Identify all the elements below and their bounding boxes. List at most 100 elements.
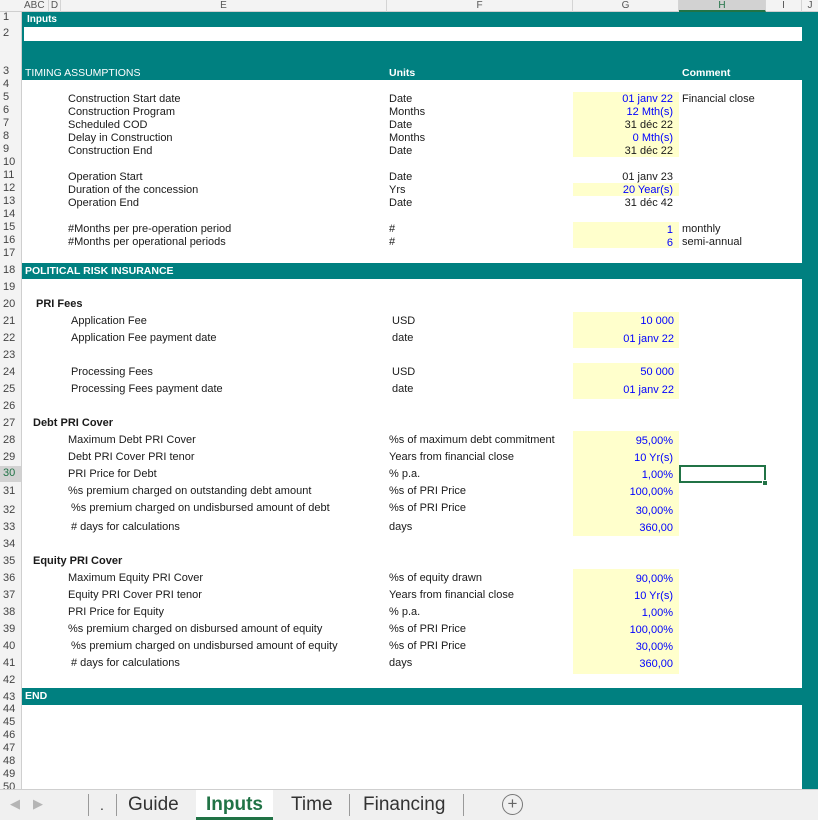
row-header[interactable]: 6 xyxy=(0,105,22,117)
timing-value-cell[interactable]: 01 janv 22 xyxy=(622,93,673,105)
row-header[interactable]: 50 xyxy=(0,782,22,789)
fee-value-cell[interactable]: 50 000 xyxy=(640,366,674,378)
row-header[interactable]: 9 xyxy=(0,144,22,156)
row-header[interactable]: 37 xyxy=(0,589,22,602)
timing-value-cell[interactable]: 31 déc 22 xyxy=(625,145,673,157)
row-header[interactable]: 26 xyxy=(0,400,22,413)
row-header[interactable]: 40 xyxy=(0,640,22,653)
scroll-left-icon[interactable]: ◀ xyxy=(10,796,20,812)
column-header-d[interactable]: D xyxy=(49,0,61,12)
timing-value-cell[interactable]: 01 janv 23 xyxy=(622,171,673,183)
debt-value-cell[interactable]: 95,00% xyxy=(636,435,673,447)
row-header[interactable]: 31 xyxy=(0,485,22,498)
row-header[interactable]: 1 xyxy=(0,12,22,24)
fee-value-cell[interactable]: 01 janv 22 xyxy=(623,333,674,345)
row-header[interactable]: 14 xyxy=(0,209,22,221)
row-header[interactable]: 29 xyxy=(0,451,22,464)
column-header-f[interactable]: F xyxy=(387,0,573,12)
selected-cell[interactable] xyxy=(679,465,766,483)
row-header[interactable]: 15 xyxy=(0,222,22,234)
tab-financing[interactable]: Financing xyxy=(353,790,455,820)
units-header: Units xyxy=(389,67,416,79)
row-header[interactable]: 42 xyxy=(0,674,22,687)
row-header[interactable]: 48 xyxy=(0,756,22,768)
row-header[interactable]: 35 xyxy=(0,555,22,568)
timing-comment: Financial close xyxy=(682,93,755,105)
column-header-e[interactable]: E xyxy=(61,0,387,12)
row-header[interactable]: 16 xyxy=(0,235,22,247)
column-header-g[interactable]: G xyxy=(573,0,679,12)
column-header-h[interactable]: H xyxy=(679,0,766,12)
row-header[interactable]: 27 xyxy=(0,417,22,430)
row-header[interactable]: 18 xyxy=(0,264,22,277)
equity-unit: %s of PRI Price xyxy=(389,640,467,652)
row-header[interactable]: 22 xyxy=(0,332,22,345)
equity-value-cell[interactable]: 90,00% xyxy=(636,573,673,585)
row-header[interactable]: 4 xyxy=(0,79,22,91)
row-header[interactable]: 10 xyxy=(0,157,22,169)
scroll-right-icon[interactable]: ▶ xyxy=(33,796,43,812)
fee-value-cell[interactable]: 01 janv 22 xyxy=(623,384,674,396)
column-header-i[interactable]: I xyxy=(766,0,802,12)
row-header[interactable]: 33 xyxy=(0,521,22,534)
debt-value-cell[interactable]: 30,00% xyxy=(636,505,673,517)
row-header[interactable]: 25 xyxy=(0,383,22,396)
timing-unit: # xyxy=(389,223,396,235)
debt-value-cell[interactable]: 360,00 xyxy=(639,522,673,534)
timing-value-cell[interactable]: 20 Year(s) xyxy=(623,184,673,196)
row-header[interactable]: 46 xyxy=(0,730,22,742)
equity-value-cell[interactable]: 1,00% xyxy=(642,607,673,619)
fee-value-cell[interactable]: 10 000 xyxy=(640,315,674,327)
row-header[interactable]: 23 xyxy=(0,349,22,362)
row-header[interactable]: 2 xyxy=(0,28,22,40)
timing-value-cell[interactable]: 0 Mth(s) xyxy=(633,132,673,144)
timing-value-cell[interactable]: 6 xyxy=(667,237,673,249)
tab-guide[interactable]: Guide xyxy=(118,790,189,820)
row-header[interactable]: 49 xyxy=(0,769,22,781)
debt-value-cell[interactable]: 100,00% xyxy=(630,486,673,498)
debt-unit: %s of maximum debt commitment xyxy=(389,434,555,446)
row-header[interactable]: 44 xyxy=(0,704,22,716)
timing-value-cell[interactable]: 31 déc 22 xyxy=(625,119,673,131)
row-header[interactable]: 47 xyxy=(0,743,22,755)
row-header[interactable]: 8 xyxy=(0,131,22,143)
debt-value-cell[interactable]: 10 Yr(s) xyxy=(634,452,673,464)
tab-dot[interactable]: . xyxy=(90,790,114,820)
row-header[interactable]: 12 xyxy=(0,183,22,195)
add-sheet-icon[interactable]: + xyxy=(502,794,523,815)
row-header[interactable]: 11 xyxy=(0,170,22,182)
tab-inputs[interactable]: Inputs xyxy=(196,790,273,820)
tab-time[interactable]: Time xyxy=(281,790,343,820)
row-header[interactable]: 41 xyxy=(0,657,22,670)
row-header[interactable]: 13 xyxy=(0,196,22,208)
row-header[interactable]: 21 xyxy=(0,315,22,328)
row-header[interactable]: 34 xyxy=(0,538,22,551)
row-header[interactable]: 36 xyxy=(0,572,22,585)
column-header-j[interactable]: J xyxy=(802,0,818,12)
equity-value-cell[interactable]: 30,00% xyxy=(636,641,673,653)
fill-handle[interactable] xyxy=(762,480,768,486)
row-header[interactable]: 43 xyxy=(0,691,22,704)
row-header[interactable]: 39 xyxy=(0,623,22,636)
equity-unit: Years from financial close xyxy=(389,589,514,601)
row-header[interactable]: 7 xyxy=(0,118,22,130)
equity-value-cell[interactable]: 100,00% xyxy=(630,624,673,636)
row-header[interactable]: 28 xyxy=(0,434,22,447)
row-header[interactable]: 45 xyxy=(0,717,22,729)
row-header[interactable]: 3 xyxy=(0,66,22,78)
row-header-selected[interactable]: 30 xyxy=(0,466,22,482)
row-header[interactable]: 24 xyxy=(0,366,22,379)
column-header-abc[interactable]: ABC xyxy=(22,0,49,12)
row-header[interactable]: 32 xyxy=(0,504,22,517)
row-header[interactable]: 38 xyxy=(0,606,22,619)
row-header[interactable]: 20 xyxy=(0,298,22,311)
equity-value-cell[interactable]: 10 Yr(s) xyxy=(634,590,673,602)
row-header[interactable]: 19 xyxy=(0,281,22,294)
timing-value-cell[interactable]: 1 xyxy=(667,224,673,236)
timing-value-cell[interactable]: 31 déc 42 xyxy=(625,197,673,209)
equity-value-cell[interactable]: 360,00 xyxy=(639,658,673,670)
timing-value-cell[interactable]: 12 Mth(s) xyxy=(627,106,673,118)
debt-value-cell[interactable]: 1,00% xyxy=(642,469,673,481)
row-header[interactable]: 5 xyxy=(0,92,22,104)
row-header[interactable]: 17 xyxy=(0,248,22,260)
